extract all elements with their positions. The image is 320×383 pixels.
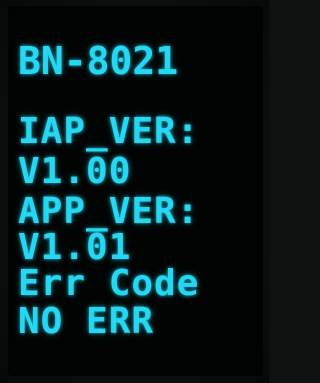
iap-version-value: V1.00 bbox=[18, 151, 132, 192]
iap-version-label: IAP_VER: bbox=[18, 111, 200, 152]
error-code-value: NO ERR bbox=[18, 301, 155, 342]
model-name: BN-8021 bbox=[18, 39, 179, 83]
error-code-label: Err Code bbox=[18, 263, 200, 304]
app-version-label: APP_VER: bbox=[18, 191, 200, 232]
device-frame: BN-8021 IAP_VER: V1.00 APP_VER: V1.01 Er… bbox=[0, 0, 269, 383]
oled-screen: BN-8021 IAP_VER: V1.00 APP_VER: V1.01 Er… bbox=[18, 20, 258, 365]
app-version-value: V1.01 bbox=[18, 227, 132, 268]
